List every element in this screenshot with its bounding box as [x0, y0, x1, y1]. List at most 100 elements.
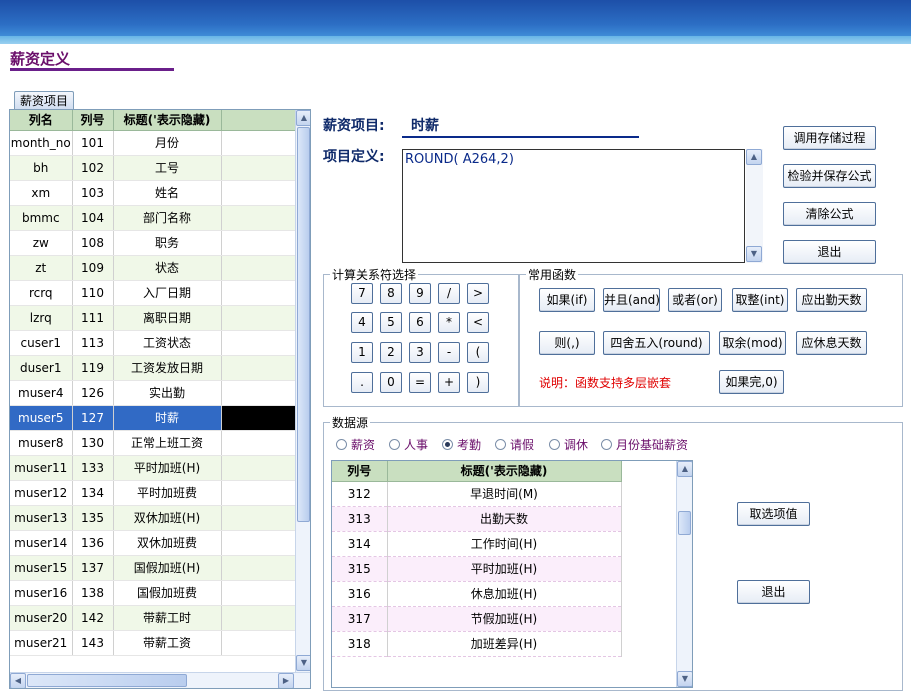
func-or-button[interactable]: 或者(or) [668, 288, 722, 312]
cell-title: 出勤天数 [387, 506, 622, 532]
operator-key[interactable]: 5 [380, 312, 402, 333]
column-header-name[interactable]: 列名 [10, 110, 73, 131]
operator-key[interactable]: . [351, 372, 373, 393]
table-row[interactable]: 314 工作时间(H) [332, 531, 677, 557]
scroll-right-icon[interactable]: ▶ [278, 673, 294, 688]
list-horizontal-scrollbar[interactable]: ◀ ▶ [10, 672, 310, 688]
func-then-button[interactable]: 则(,) [539, 331, 595, 355]
table-row[interactable]: muser21 143 带薪工资 [10, 630, 297, 656]
radio-salary[interactable]: 薪资 [336, 436, 375, 453]
cell-blank [221, 405, 297, 431]
scroll-down-icon[interactable]: ▼ [677, 671, 692, 687]
radio-hr[interactable]: 人事 [389, 436, 428, 453]
scroll-thumb[interactable] [678, 511, 691, 535]
radio-dayoff[interactable]: 调休 [549, 436, 588, 453]
table-row[interactable]: 317 节假加班(H) [332, 606, 677, 632]
table-row[interactable]: muser12 134 平时加班费 [10, 480, 297, 506]
table-row[interactable]: muser5 127 时薪 [10, 405, 297, 431]
source-header-no[interactable]: 列号 [332, 461, 388, 482]
operator-key[interactable]: + [438, 372, 460, 393]
operator-key[interactable]: / [438, 283, 460, 304]
operator-group-legend: 计算关系符选择 [332, 268, 417, 282]
radio-monthly-base[interactable]: 月份基础薪资 [601, 436, 688, 453]
table-row[interactable]: muser14 136 双休加班费 [10, 530, 297, 556]
operator-key[interactable]: < [467, 312, 489, 333]
radio-leave[interactable]: 请假 [495, 436, 534, 453]
operator-key[interactable]: > [467, 283, 489, 304]
func-restdays-button[interactable]: 应休息天数 [796, 331, 867, 355]
call-procedure-button[interactable]: 调用存储过程 [783, 126, 876, 150]
list-vertical-scrollbar[interactable]: ▲ ▼ [295, 110, 310, 672]
scroll-hthumb[interactable] [27, 674, 187, 687]
operator-key[interactable]: 6 [409, 312, 431, 333]
func-mod-button[interactable]: 取余(mod) [719, 331, 786, 355]
table-row[interactable]: zw 108 职务 [10, 230, 297, 256]
table-row[interactable]: muser15 137 国假加班(H) [10, 555, 297, 581]
table-row[interactable]: 316 休息加班(H) [332, 581, 677, 607]
table-row[interactable]: cuser1 113 工资状态 [10, 330, 297, 356]
func-int-button[interactable]: 取整(int) [732, 288, 788, 312]
operator-key[interactable]: - [438, 342, 460, 363]
table-row[interactable]: lzrq 111 离职日期 [10, 305, 297, 331]
table-row[interactable]: muser13 135 双休加班(H) [10, 505, 297, 531]
operator-key[interactable]: 8 [380, 283, 402, 304]
table-row[interactable]: muser16 138 国假加班费 [10, 580, 297, 606]
scroll-up-icon[interactable]: ▲ [746, 149, 762, 165]
operator-key[interactable]: 9 [409, 283, 431, 304]
cell-no: 133 [72, 455, 114, 481]
operator-key[interactable]: ( [467, 342, 489, 363]
operator-key[interactable]: 7 [351, 283, 373, 304]
table-row[interactable]: zt 109 状态 [10, 255, 297, 281]
scroll-thumb[interactable] [297, 127, 310, 522]
scroll-up-icon[interactable]: ▲ [677, 461, 692, 477]
scroll-down-icon[interactable]: ▼ [296, 655, 310, 671]
table-row[interactable]: rcrq 110 入厂日期 [10, 280, 297, 306]
source-vertical-scrollbar[interactable]: ▲ ▼ [676, 461, 692, 687]
scroll-up-icon[interactable]: ▲ [296, 110, 310, 126]
operator-key[interactable]: 3 [409, 342, 431, 363]
func-workdays-button[interactable]: 应出勤天数 [796, 288, 867, 312]
column-header-title[interactable]: 标题('表示隐藏) [113, 110, 222, 131]
table-row[interactable]: duser1 119 工资发放日期 [10, 355, 297, 381]
title-underline [10, 68, 174, 71]
operator-key[interactable]: = [409, 372, 431, 393]
table-row[interactable]: muser8 130 正常上班工资 [10, 430, 297, 456]
validate-save-button[interactable]: 检验并保存公式 [783, 164, 876, 188]
func-end-button[interactable]: 如果完,0) [719, 370, 784, 394]
cell-name: xm [10, 180, 73, 206]
source-exit-button[interactable]: 退出 [737, 580, 810, 604]
table-row[interactable]: muser11 133 平时加班(H) [10, 455, 297, 481]
source-header-title[interactable]: 标题('表示隐藏) [387, 461, 622, 482]
formula-textarea[interactable]: ROUND( A264,2) [402, 149, 745, 263]
clear-formula-button[interactable]: 清除公式 [783, 202, 876, 226]
scroll-down-icon[interactable]: ▼ [746, 246, 762, 262]
table-row[interactable]: 313 出勤天数 [332, 506, 677, 532]
table-row[interactable]: bh 102 工号 [10, 155, 297, 181]
table-row[interactable]: 318 加班差异(H) [332, 631, 677, 657]
cell-blank [221, 180, 297, 206]
table-row[interactable]: 312 早退时间(M) [332, 481, 677, 507]
func-round-button[interactable]: 四舍五入(round) [603, 331, 710, 355]
radio-attendance[interactable]: 考勤 [442, 436, 481, 453]
operator-key[interactable]: * [438, 312, 460, 333]
exit-button[interactable]: 退出 [783, 240, 876, 264]
func-if-button[interactable]: 如果(if) [539, 288, 595, 312]
table-row[interactable]: muser4 126 实出勤 [10, 380, 297, 406]
table-row[interactable]: month_no 101 月份 [10, 130, 297, 156]
table-row[interactable]: xm 103 姓名 [10, 180, 297, 206]
operator-key[interactable]: 4 [351, 312, 373, 333]
cell-no: 119 [72, 355, 114, 381]
tab-salary-items[interactable]: 薪资项目 [14, 91, 74, 110]
scroll-left-icon[interactable]: ◀ [10, 673, 26, 688]
operator-key[interactable]: 2 [380, 342, 402, 363]
operator-key[interactable]: 0 [380, 372, 402, 393]
select-value-button[interactable]: 取选项值 [737, 502, 810, 526]
table-row[interactable]: bmmc 104 部门名称 [10, 205, 297, 231]
column-header-no[interactable]: 列号 [72, 110, 114, 131]
table-row[interactable]: 315 平时加班(H) [332, 556, 677, 582]
operator-key[interactable]: 1 [351, 342, 373, 363]
func-and-button[interactable]: 并且(and) [603, 288, 660, 312]
operator-key[interactable]: ) [467, 372, 489, 393]
table-row[interactable]: muser20 142 带薪工时 [10, 605, 297, 631]
formula-scrollbar[interactable]: ▲ ▼ [746, 149, 763, 263]
